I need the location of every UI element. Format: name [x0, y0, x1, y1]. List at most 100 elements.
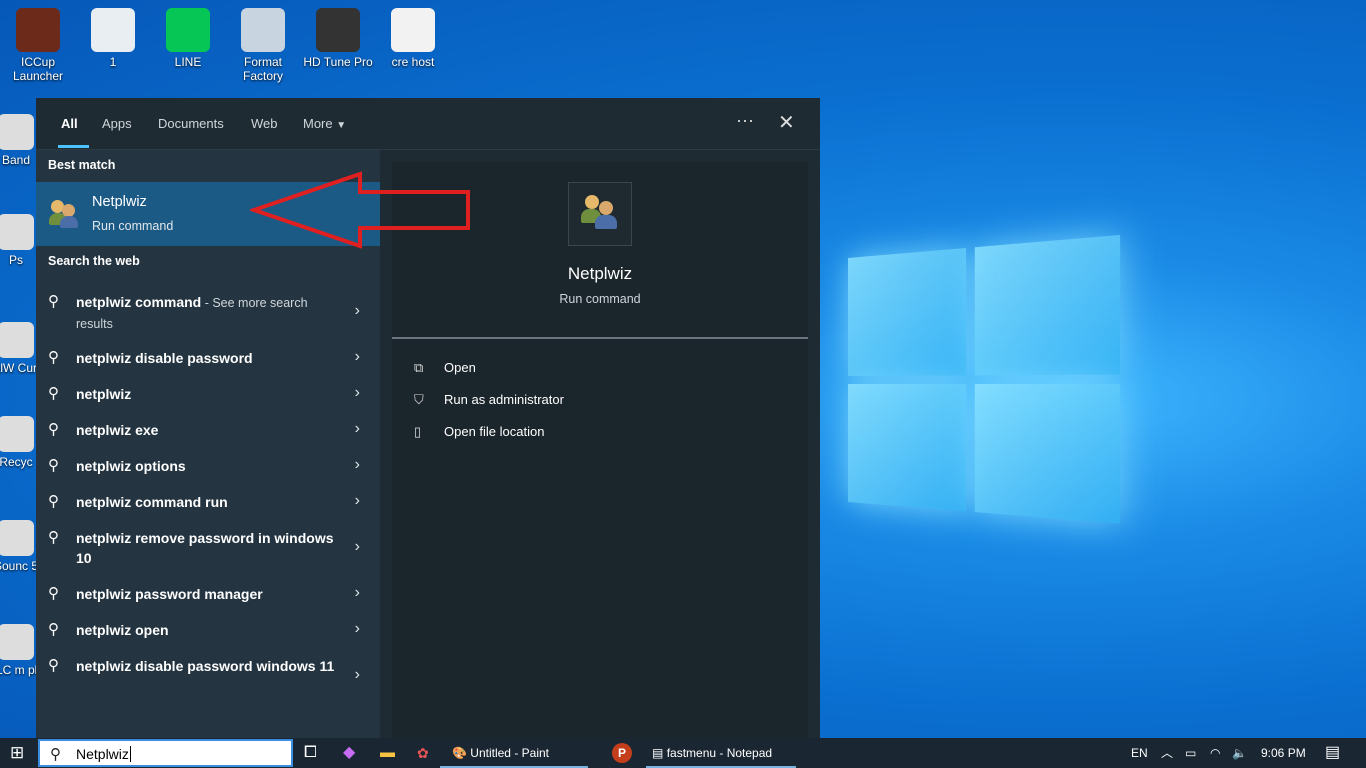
web-result-item[interactable]: ⚲ netplwiz command run › — [36, 484, 380, 520]
chevron-right-icon[interactable]: › — [355, 302, 360, 320]
preview-subtitle: Run command — [559, 292, 641, 306]
web-result-query: netplwiz command — [76, 294, 202, 310]
desktop-icon[interactable]: LINE — [150, 2, 226, 69]
chevron-right-icon[interactable]: › — [355, 538, 360, 556]
chevron-right-icon[interactable]: › — [355, 456, 360, 474]
best-match-title: Netplwiz — [92, 194, 147, 210]
desktop-app-icon — [316, 8, 360, 52]
web-result-query: netplwiz open — [76, 622, 169, 638]
chevron-right-icon[interactable]: › — [355, 620, 360, 638]
taskbar-app-paint-label: Untitled - Paint — [470, 746, 549, 760]
action-open-file-location-label: Open file location — [444, 424, 545, 439]
tab-documents[interactable]: Documents — [158, 116, 224, 131]
action-run-as-admin[interactable]: ⛉ Run as administrator — [414, 392, 564, 408]
web-result-text: netplwiz remove password in windows 10 — [76, 528, 336, 568]
web-result-item[interactable]: ⚲ netplwiz disable password › — [36, 340, 380, 376]
web-result-text: netplwiz exe — [76, 420, 336, 440]
tab-apps[interactable]: Apps — [102, 116, 132, 131]
search-icon: ⚲ — [48, 349, 59, 366]
chevron-right-icon[interactable]: › — [355, 420, 360, 438]
desktop-icon[interactable]: ICCup Launcher — [0, 2, 76, 83]
battery-icon[interactable]: ▭ — [1185, 738, 1196, 768]
copilot-icon[interactable]: ◆ — [343, 738, 355, 768]
search-icon: ⚲ — [48, 585, 59, 602]
web-result-query: netplwiz options — [76, 458, 186, 474]
search-icon: ⚲ — [50, 746, 61, 763]
web-result-item[interactable]: ⚲ netplwiz password manager › — [36, 576, 380, 612]
windows-wallpaper-logo — [848, 234, 1121, 533]
ellipsis-icon[interactable]: ··· — [736, 110, 754, 131]
start-button[interactable]: ⊞ — [10, 738, 24, 768]
chevron-right-icon[interactable]: › — [355, 584, 360, 602]
action-open[interactable]: ⧉ Open — [414, 360, 476, 376]
web-result-query: netplwiz disable password windows 11 — [76, 658, 335, 674]
chevron-right-icon[interactable]: › — [355, 666, 360, 684]
search-icon: ⚲ — [48, 385, 59, 402]
taskbar-search-box[interactable]: ⚲ Netplwiz — [38, 739, 293, 767]
desktop-icon-label: 1 — [109, 55, 117, 69]
chevron-right-icon[interactable]: › — [355, 348, 360, 366]
language-indicator[interactable]: EN — [1131, 738, 1148, 768]
preview-app-icon — [568, 182, 632, 246]
search-icon: ⚲ — [48, 657, 59, 674]
web-result-text: netplwiz options — [76, 456, 336, 476]
desktop-app-icon — [0, 624, 34, 660]
desktop-app-icon — [0, 416, 34, 452]
web-result-query: netplwiz exe — [76, 422, 159, 438]
search-tabs: All Apps Documents Web More ▼ ··· ✕ — [36, 98, 820, 150]
active-tab-indicator — [58, 145, 89, 148]
action-open-file-location[interactable]: ▯ Open file location — [414, 424, 544, 440]
taskbar-app-notepad-label: fastmenu - Notepad — [666, 746, 773, 760]
desktop-app-icon — [16, 8, 60, 52]
search-icon: ⚲ — [48, 529, 59, 546]
web-result-text: netplwiz command run — [76, 492, 336, 512]
desktop-icon-label: ICCup Launcher — [12, 55, 64, 83]
volume-icon[interactable]: 🔈 — [1232, 738, 1247, 768]
clock[interactable]: 9:06 PM — [1261, 738, 1306, 768]
powerpoint-icon[interactable]: P — [612, 743, 632, 763]
desktop-app-icon — [391, 8, 435, 52]
preview-divider — [392, 337, 808, 339]
desktop-icon[interactable]: 1 — [75, 2, 151, 69]
tab-all[interactable]: All — [61, 116, 78, 131]
taskbar-app-paint[interactable]: 🎨 Untitled - Paint — [440, 738, 588, 768]
web-result-text: netplwiz password manager — [76, 584, 336, 604]
tab-web[interactable]: Web — [251, 116, 278, 131]
folder-icon: ▯ — [414, 424, 422, 439]
web-result-item[interactable]: ⚲ netplwiz › — [36, 376, 380, 412]
web-result-item[interactable]: ⚲ netplwiz options › — [36, 448, 380, 484]
taskbar-app-notepad[interactable]: ▤ fastmenu - Notepad — [646, 738, 796, 768]
desktop-icon[interactable]: HD Tune Pro — [300, 2, 376, 69]
desktop-icon-label: cre host — [391, 55, 435, 69]
wifi-icon[interactable]: ◠ — [1210, 738, 1220, 768]
web-result-item[interactable]: ⚲ netplwiz disable password windows 11 › — [36, 648, 380, 702]
web-result-item[interactable]: ⚲ netplwiz command - See more search resu… — [36, 284, 380, 338]
paint-3d-icon[interactable]: ✿ — [417, 738, 429, 768]
shield-icon: ⛉ — [414, 392, 424, 407]
file-explorer-icon[interactable]: ▬ — [380, 738, 395, 768]
caret-down-icon: ▼ — [336, 120, 347, 131]
desktop-icon[interactable]: cre host — [375, 2, 451, 69]
preview-title: Netplwiz — [567, 264, 633, 283]
notepad-icon: ▤ — [652, 746, 664, 760]
web-result-item[interactable]: ⚲ netplwiz remove password in windows 10 › — [36, 520, 380, 574]
chevron-right-icon[interactable]: › — [355, 384, 360, 402]
web-result-item[interactable]: ⚲ netplwiz exe › — [36, 412, 380, 448]
desktop-icon[interactable]: Format Factory — [225, 2, 301, 83]
action-run-as-admin-label: Run as administrator — [444, 392, 564, 407]
web-result-query: netplwiz remove password in windows 10 — [76, 530, 334, 566]
chevron-up-icon[interactable]: ︿ — [1161, 738, 1173, 768]
task-view-icon[interactable]: ⧠ — [304, 738, 317, 768]
notifications-icon[interactable]: ▤ — [1325, 738, 1340, 768]
desktop-icon-label: HD Tune Pro — [303, 55, 373, 69]
chevron-right-icon[interactable]: › — [355, 492, 360, 510]
desktop-app-icon — [241, 8, 285, 52]
search-icon: ⚲ — [48, 457, 59, 474]
close-icon[interactable]: ✕ — [778, 110, 795, 135]
web-result-item[interactable]: ⚲ netplwiz open › — [36, 612, 380, 648]
tab-more[interactable]: More ▼ — [303, 116, 346, 131]
web-result-text: netplwiz open — [76, 620, 336, 640]
search-icon: ⚲ — [48, 421, 59, 438]
desktop-app-icon — [0, 322, 34, 358]
search-input[interactable]: Netplwiz — [76, 746, 131, 762]
